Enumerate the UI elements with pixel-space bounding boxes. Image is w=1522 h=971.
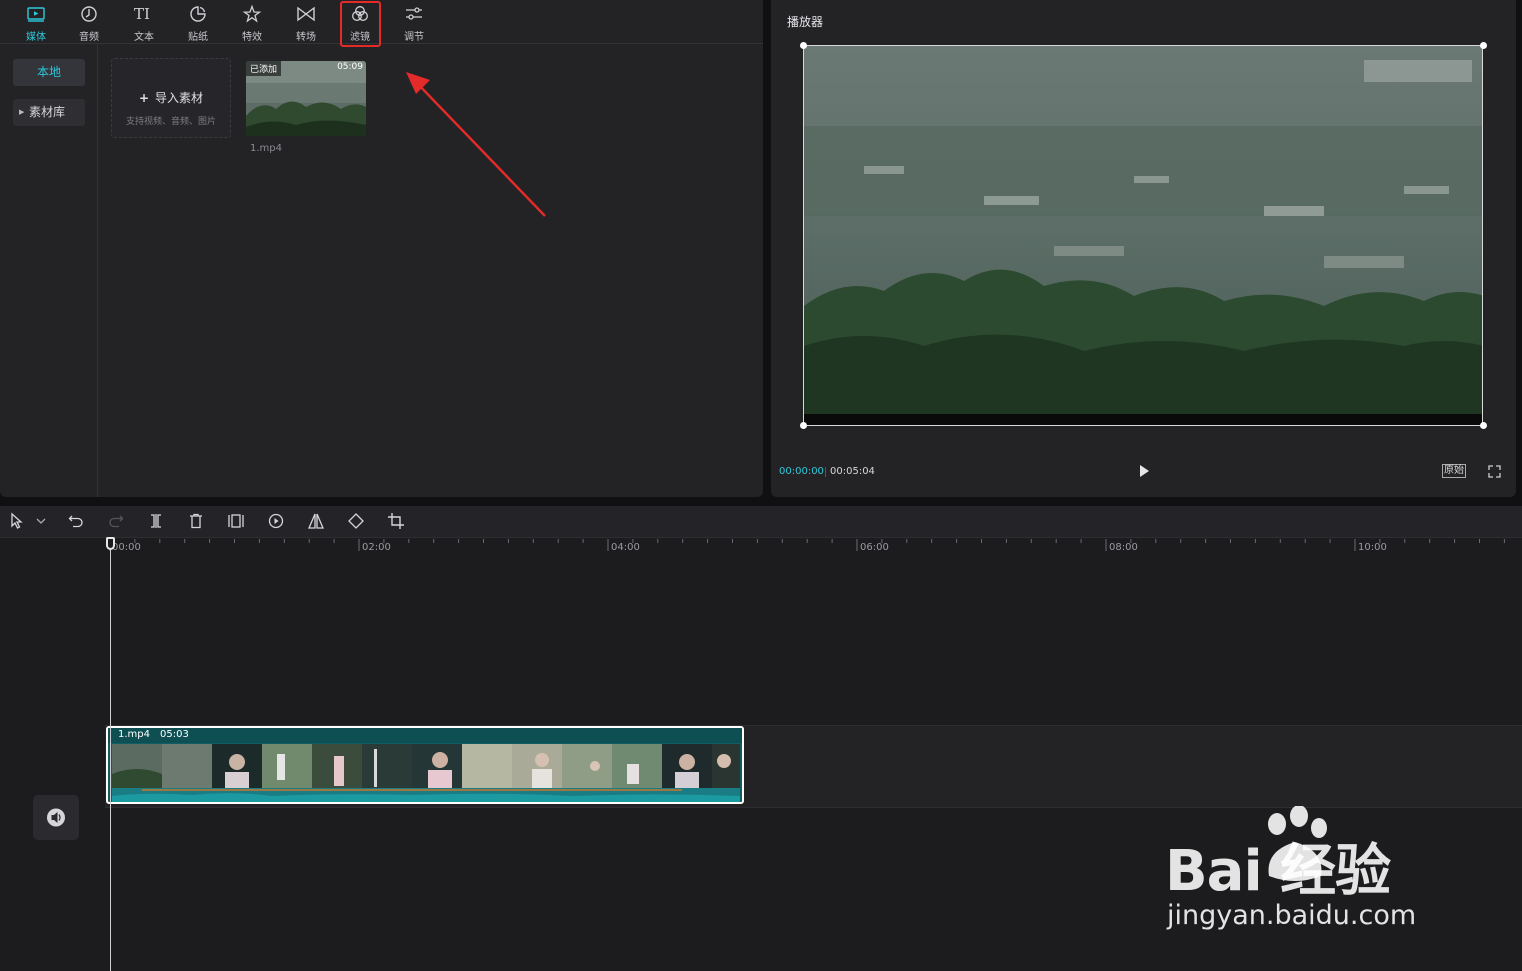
svg-text:TI: TI — [134, 5, 150, 23]
tab-effects[interactable]: 特效 — [227, 0, 277, 43]
import-title: 导入素材 — [155, 91, 204, 105]
baidu-watermark: Bai 经验 jingyan.baidu.com — [1165, 806, 1455, 946]
ruler-label: 04:00 — [611, 542, 640, 553]
resize-handle-top-right[interactable] — [1480, 42, 1487, 49]
sidebar-item-local[interactable]: 本地 — [13, 59, 85, 86]
tab-text[interactable]: TI 文本 — [119, 0, 169, 43]
play-icon[interactable] — [1136, 463, 1152, 479]
import-subtitle: 支持视频、音频、图片 — [125, 117, 216, 127]
playhead-handle[interactable] — [106, 537, 115, 550]
redo-button[interactable] — [107, 512, 127, 532]
media-thumbnail[interactable]: 已添加 05:09 — [246, 61, 366, 136]
undo-icon — [68, 515, 83, 528]
track-audio-toggle[interactable] — [33, 795, 79, 840]
clip-name: 1.mp4 — [118, 729, 150, 740]
speaker-icon — [47, 808, 65, 827]
cursor-icon — [11, 512, 23, 529]
split-icon — [151, 514, 161, 528]
ruler-label: 10:00 — [1358, 542, 1387, 553]
trash-icon — [190, 513, 202, 529]
timeline-ruler[interactable]: 00:00 02:00 04:00 06:00 08:00 10:00 — [0, 537, 1522, 557]
split-button[interactable] — [147, 512, 167, 532]
tab-adjust[interactable]: 调节 — [389, 0, 439, 43]
red-arrow-annotation — [406, 72, 546, 217]
redo-icon — [109, 515, 124, 528]
plus-icon: + — [138, 91, 150, 105]
text-icon: TI — [134, 5, 150, 23]
watermark-logo-text: Bai 经验 — [1165, 839, 1391, 904]
media-sidebar: 本地 ▶ 素材库 — [0, 44, 98, 497]
transition-icon — [297, 6, 315, 22]
tab-transition[interactable]: 转场 — [281, 0, 331, 43]
clip-filmstrip — [112, 744, 740, 788]
added-badge: 已添加 — [246, 61, 282, 76]
rotate-button[interactable] — [347, 512, 367, 532]
adjust-icon — [406, 7, 422, 20]
fullscreen-icon[interactable] — [1488, 465, 1501, 478]
reverse-button[interactable] — [267, 512, 287, 532]
watermark-url: jingyan.baidu.com — [1167, 900, 1417, 931]
ruler-label: 08:00 — [1109, 542, 1138, 553]
playhead-line — [110, 539, 111, 971]
track-header-column — [0, 557, 97, 971]
import-media-button[interactable]: + 导入素材 支持视频、音频、图片 — [111, 58, 231, 138]
resize-handle-bottom-right[interactable] — [1480, 422, 1487, 429]
media-panel: 媒体 音频 TI 文本 贴纸 特效 转场 滤镜 调节 本地 ▶ 素材库 + 导入… — [0, 0, 763, 497]
media-icon — [27, 7, 45, 22]
mirror-icon — [308, 513, 324, 529]
delete-button[interactable] — [187, 512, 207, 532]
asset-toolbar: 媒体 音频 TI 文本 贴纸 特效 转场 滤镜 调节 — [0, 0, 763, 47]
tab-sticker[interactable]: 贴纸 — [173, 0, 223, 43]
filter-highlight-box — [340, 1, 381, 47]
undo-button[interactable] — [67, 512, 87, 532]
timeline-clip[interactable]: 1.mp4 05:03 — [106, 726, 744, 804]
sidebar-item-library[interactable]: ▶ 素材库 — [13, 99, 85, 126]
crop-icon — [388, 513, 404, 529]
video-preview[interactable] — [803, 45, 1483, 426]
player-title: 播放器 — [787, 15, 824, 29]
rotate-icon — [348, 513, 364, 529]
timeline-toolbar — [0, 506, 1522, 538]
current-time: 00:00:00 — [779, 466, 824, 477]
video-frame-image — [804, 46, 1482, 425]
effects-icon — [242, 5, 262, 23]
reverse-play-icon — [268, 513, 284, 529]
aspect-ratio-button[interactable]: 原始 — [1442, 464, 1466, 478]
media-duration: 05:09 — [337, 62, 363, 72]
crop-button[interactable] — [387, 512, 407, 532]
freeze-frame-icon — [228, 514, 244, 528]
clip-duration: 05:03 — [160, 729, 189, 740]
audio-icon — [81, 6, 97, 22]
tab-media[interactable]: 媒体 — [11, 0, 61, 43]
ruler-label: 00:00 — [112, 542, 141, 553]
mirror-button[interactable] — [307, 512, 327, 532]
ruler-label: 06:00 — [860, 542, 889, 553]
chevron-down-icon — [36, 518, 46, 524]
resize-handle-top-left[interactable] — [800, 42, 807, 49]
ruler-ticks — [109, 539, 1505, 551]
freeze-button[interactable] — [227, 512, 247, 532]
player-panel: 播放器 00:00:00 00:05:04 原始 — [771, 0, 1516, 497]
resize-handle-bottom-left[interactable] — [800, 422, 807, 429]
ruler-label: 02:00 — [362, 542, 391, 553]
select-mode-dropdown[interactable] — [32, 512, 52, 532]
select-tool-button[interactable] — [8, 512, 28, 532]
sidebar-item-label: 素材库 — [29, 105, 66, 119]
total-time: 00:05:04 — [830, 466, 875, 477]
tab-audio[interactable]: 音频 — [64, 0, 114, 43]
sticker-icon — [190, 6, 206, 22]
clip-waveform — [112, 788, 740, 802]
caret-right-icon: ▶ — [19, 108, 25, 116]
media-filename: 1.mp4 — [250, 143, 282, 154]
time-divider — [825, 467, 826, 477]
